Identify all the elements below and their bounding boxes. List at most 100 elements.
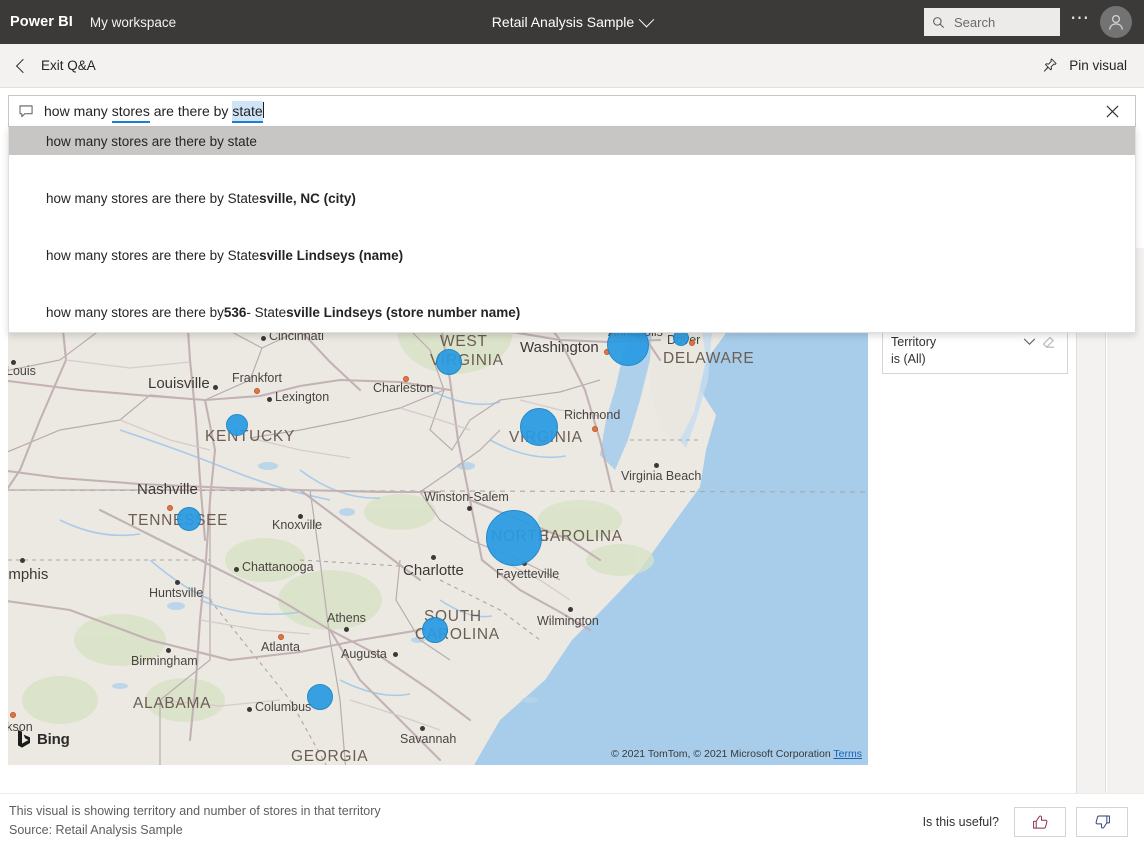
exit-qa-button[interactable]: Exit Q&A (18, 58, 96, 73)
map-data-bubble[interactable] (486, 510, 542, 566)
qa-suggestion-text: 536 (224, 305, 247, 320)
map-capital-marker (254, 388, 260, 394)
map-terms-link[interactable]: Terms (833, 748, 862, 760)
qa-token-3: state (232, 101, 262, 123)
map-capital-marker (403, 376, 409, 382)
map-city-marker (213, 385, 218, 390)
visual-footer: This visual is showing territory and num… (0, 793, 1144, 851)
pin-visual-button[interactable]: Pin visual (1041, 57, 1127, 74)
map-attribution: © 2021 TomTom, © 2021 Microsoft Corporat… (611, 748, 862, 760)
qa-suggestion-text: sville Lindseys (store number name) (286, 305, 520, 320)
bing-logo-icon (16, 729, 32, 749)
map-data-bubble[interactable] (520, 408, 558, 446)
map-city-marker (393, 652, 398, 657)
search-icon (932, 16, 945, 29)
header-right-actions: ⋯ (924, 0, 1144, 44)
app-header: Power BI My workspace Retail Analysis Sa… (0, 0, 1144, 44)
qa-container: how many stores are there by state how m… (8, 95, 1136, 333)
exit-qa-label: Exit Q&A (41, 58, 96, 73)
search-input[interactable] (952, 14, 1046, 31)
map-data-bubble[interactable] (436, 349, 462, 375)
filter-card[interactable]: Territory is (All) (882, 328, 1068, 374)
eraser-icon[interactable] (1039, 336, 1059, 349)
qa-question-text[interactable]: how many stores are there by state (44, 100, 1095, 123)
global-search[interactable] (924, 8, 1060, 36)
map-capital-marker (10, 712, 16, 718)
feedback-label: Is this useful? (923, 815, 999, 829)
chevron-left-icon (16, 58, 30, 72)
qa-suggestion-text: sville, NC (city) (259, 191, 356, 206)
qa-suggestion-gap (9, 155, 1135, 184)
map-city-marker (11, 360, 16, 365)
thumbs-up-icon (1031, 813, 1050, 832)
thumbs-down-icon (1093, 813, 1112, 832)
workspace-link[interactable]: My workspace (90, 15, 176, 30)
footer-line-1: This visual is showing territory and num… (9, 804, 381, 818)
qa-suggestion-text: - State (246, 305, 286, 320)
thumbs-down-button[interactable] (1076, 807, 1128, 837)
report-title: Retail Analysis Sample (492, 14, 634, 30)
user-avatar-icon (1106, 12, 1126, 32)
filter-value: is (All) (891, 352, 1059, 366)
footer-description: This visual is showing territory and num… (9, 804, 381, 837)
map-capital-marker (278, 634, 284, 640)
qa-suggestion-text: how many stores are there by State (46, 248, 259, 263)
qa-suggestion-gap (9, 212, 1135, 241)
map-capital-marker (689, 340, 695, 346)
qa-suggestion-text: how many stores are there by (46, 305, 224, 320)
chevron-down-icon[interactable] (1019, 338, 1039, 346)
feedback-controls: Is this useful? (923, 807, 1128, 837)
map-data-bubble[interactable] (422, 617, 448, 643)
map-city-marker (431, 555, 436, 560)
bing-label: Bing (37, 731, 70, 748)
qa-bubble-icon (19, 105, 34, 118)
map-data-bubble[interactable] (226, 414, 248, 436)
map-city-marker (166, 648, 171, 653)
map-city-marker (175, 580, 180, 585)
map-city-marker (247, 707, 252, 712)
qa-suggestions-list: how many stores are there by state how ma… (8, 127, 1136, 333)
qa-suggestion-2[interactable]: how many stores are there by Statesville… (9, 241, 1135, 269)
map-city-marker (298, 514, 303, 519)
qa-suggestion-1[interactable]: how many stores are there by Statesville… (9, 184, 1135, 212)
map-data-bubble[interactable] (307, 684, 333, 710)
map-capital-marker (167, 505, 173, 511)
text-caret (263, 102, 264, 118)
qa-input-box[interactable]: how many stores are there by state (8, 95, 1136, 127)
command-bar: Exit Q&A Pin visual (0, 44, 1144, 88)
qa-suggestion-0[interactable]: how many stores are there by state (9, 127, 1135, 155)
map-city-marker (234, 567, 239, 572)
avatar[interactable] (1100, 6, 1132, 38)
power-bi-qa-page: Power BI My workspace Retail Analysis Sa… (0, 0, 1144, 851)
map-city-marker (267, 397, 272, 402)
filter-field-name: Territory (891, 335, 1019, 349)
qa-suggestion-gap (9, 269, 1135, 298)
power-bi-logo[interactable]: Power BI (10, 14, 73, 30)
map-data-bubble[interactable] (177, 507, 201, 531)
qa-suggestion-text: sville Lindseys (name) (259, 248, 403, 263)
qa-suggestion-3[interactable]: how many stores are there by 536 - State… (9, 298, 1135, 326)
qa-token-1: stores (112, 101, 150, 123)
map-capital-marker (592, 426, 598, 432)
qa-clear-button[interactable] (1095, 96, 1129, 126)
report-title-button[interactable]: Retail Analysis Sample (492, 14, 652, 30)
qa-suggestion-text: how many stores are there by state (46, 134, 257, 149)
pin-icon (1041, 57, 1058, 74)
map-city-marker (654, 463, 659, 468)
footer-line-2: Source: Retail Analysis Sample (9, 823, 381, 837)
bing-logo[interactable]: Bing (16, 729, 70, 749)
map-city-marker (261, 336, 266, 341)
chevron-down-icon (639, 11, 655, 27)
map-city-marker (20, 558, 25, 563)
more-options-icon[interactable]: ⋯ (1060, 0, 1100, 44)
map-city-marker (420, 726, 425, 731)
qa-suggestion-text: how many stores are there by State (46, 191, 259, 206)
close-icon (1106, 105, 1119, 118)
map-city-marker (467, 506, 472, 511)
qa-token-0: how many (44, 101, 112, 121)
map-attribution-text: © 2021 TomTom, © 2021 Microsoft Corporat… (611, 748, 831, 760)
thumbs-up-button[interactable] (1014, 807, 1066, 837)
map-city-marker (568, 607, 573, 612)
map-city-marker (344, 627, 349, 632)
qa-token-2: are there by (150, 101, 233, 121)
